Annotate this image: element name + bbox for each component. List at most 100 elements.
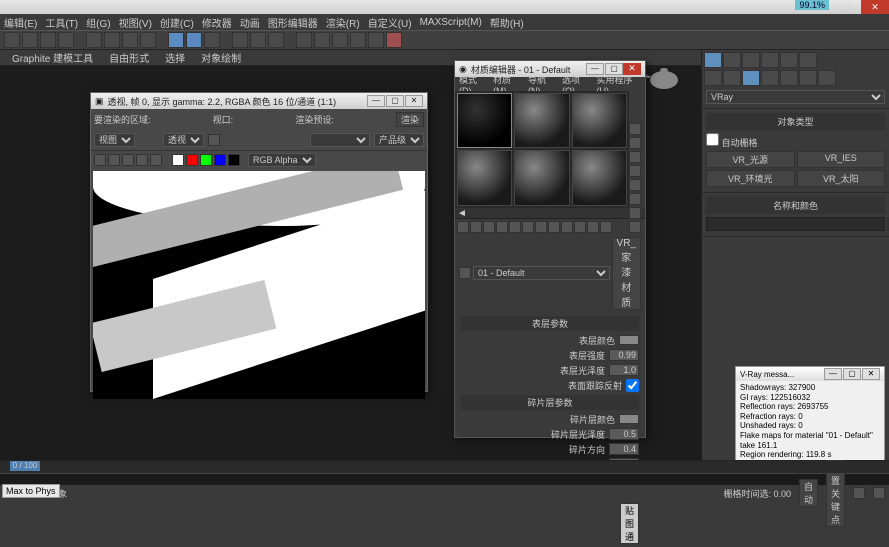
put-to-scene-icon[interactable]	[470, 221, 482, 233]
tab-paint[interactable]: 对象绘制	[201, 50, 241, 65]
blue-channel-icon[interactable]	[214, 154, 226, 166]
window-close[interactable]: ✕	[861, 0, 889, 14]
alpha-channel-icon[interactable]	[228, 154, 240, 166]
panel-modify-icon[interactable]	[723, 52, 741, 68]
tool-mirror[interactable]	[232, 32, 248, 48]
surface-color-swatch[interactable]	[619, 335, 639, 345]
tool-render[interactable]	[386, 32, 402, 48]
object-name-input[interactable]	[706, 217, 885, 231]
preview-icon[interactable]	[629, 193, 641, 205]
panel-hierarchy-icon[interactable]	[742, 52, 760, 68]
menu-modifier[interactable]: 修改器	[202, 15, 232, 30]
reset-icon[interactable]	[496, 221, 508, 233]
tool-layer[interactable]	[268, 32, 284, 48]
tool-curve-editor[interactable]	[296, 32, 312, 48]
menu-graph[interactable]: 图形编辑器	[268, 15, 318, 30]
key-filter-icon[interactable]	[873, 487, 885, 499]
menu-help[interactable]: 帮助(H)	[490, 15, 524, 30]
menu-create[interactable]: 创建(C)	[160, 15, 194, 30]
time-slider[interactable]: 0 / 100	[10, 461, 40, 471]
video-check-icon[interactable]	[629, 179, 641, 191]
flake-color-swatch[interactable]	[619, 414, 639, 424]
material-slot-1[interactable]	[457, 93, 512, 148]
window-maximize[interactable]: ▢	[833, 0, 861, 14]
render-max[interactable]: ▢	[386, 95, 404, 107]
material-slot-5[interactable]	[514, 150, 569, 205]
time-ruler[interactable]: 0 / 100	[0, 461, 889, 473]
vray-log-title[interactable]: V-Ray messa... — ▢ ✕	[736, 367, 884, 381]
surface-gloss-input[interactable]: 1.0	[609, 364, 639, 376]
menu-anim[interactable]: 动画	[240, 15, 260, 30]
material-slot-4[interactable]	[457, 150, 512, 205]
tool-rotate[interactable]	[122, 32, 138, 48]
tool-move[interactable]	[104, 32, 120, 48]
menu-tools[interactable]: 工具(T)	[45, 15, 78, 30]
surface-strength-input[interactable]: 0.99	[609, 349, 639, 361]
tool-scale[interactable]	[140, 32, 156, 48]
clear-icon[interactable]	[150, 154, 162, 166]
menu-maxscript[interactable]: MAXScript(M)	[420, 17, 482, 28]
cat-camera-icon[interactable]	[761, 70, 779, 86]
tab-freeform[interactable]: 自由形式	[109, 50, 149, 65]
sample-type-icon[interactable]	[629, 123, 641, 135]
menu-group[interactable]: 组(G)	[86, 15, 110, 30]
flake-gloss-input[interactable]: 0.5	[609, 428, 639, 440]
tool-material[interactable]	[332, 32, 348, 48]
tool-schematic[interactable]	[314, 32, 330, 48]
autogrid-checkbox[interactable]: 自动栅格	[706, 133, 758, 149]
go-forward-icon[interactable]	[600, 221, 612, 233]
make-unique-icon[interactable]	[522, 221, 534, 233]
cat-light-icon[interactable]	[742, 70, 760, 86]
channel-dropdown[interactable]: RGB Alpha	[248, 153, 316, 167]
rgb-icon[interactable]	[172, 154, 184, 166]
render-production-dropdown[interactable]: 产品级	[374, 133, 424, 147]
show-map-icon[interactable]	[561, 221, 573, 233]
render-area-dropdown[interactable]: 视图	[94, 133, 135, 147]
sample-uv-icon[interactable]	[629, 165, 641, 177]
mat-id-icon[interactable]	[548, 221, 560, 233]
tool-render-setup[interactable]	[350, 32, 366, 48]
vray-min[interactable]: —	[824, 368, 842, 380]
put-to-lib-icon[interactable]	[535, 221, 547, 233]
autokey-button[interactable]: 自动	[799, 479, 818, 507]
lock-viewport-icon[interactable]	[208, 134, 220, 146]
trace-reflect-checkbox[interactable]	[626, 379, 639, 392]
render-min[interactable]: —	[367, 95, 385, 107]
material-slot-3[interactable]	[572, 93, 627, 148]
make-copy-icon[interactable]	[509, 221, 521, 233]
create-category-dropdown[interactable]: VRay	[706, 90, 885, 104]
cat-system-icon[interactable]	[818, 70, 836, 86]
vray-close[interactable]: ✕	[862, 368, 880, 380]
get-material-icon[interactable]	[457, 221, 469, 233]
flake-orient-input[interactable]: 0.4	[609, 443, 639, 455]
render-close[interactable]: ✕	[405, 95, 423, 107]
btn-vrsun[interactable]: VR_太阳	[797, 170, 886, 187]
render-viewport-dropdown[interactable]: 透视	[163, 133, 204, 147]
tool-snap[interactable]	[168, 32, 184, 48]
menu-custom[interactable]: 自定义(U)	[368, 15, 412, 30]
render-window-title[interactable]: ▣ 透视, 帧 0, 显示 gamma: 2.2, RGBA 颜色 16 位/通…	[91, 93, 427, 109]
cat-space-icon[interactable]	[799, 70, 817, 86]
tool-render-frame[interactable]	[368, 32, 384, 48]
menu-render[interactable]: 渲染(R)	[326, 15, 360, 30]
go-parent-icon[interactable]	[587, 221, 599, 233]
render-preset-dropdown[interactable]	[310, 133, 370, 147]
btn-vries[interactable]: VR_IES	[797, 151, 886, 168]
material-name-dropdown[interactable]: 01 - Default	[473, 266, 610, 280]
render-button[interactable]: 渲染	[396, 112, 424, 127]
backlight-icon[interactable]	[629, 137, 641, 149]
menu-edit[interactable]: 编辑(E)	[4, 15, 37, 30]
material-slot-6[interactable]	[572, 150, 627, 205]
tool-angle-snap[interactable]	[186, 32, 202, 48]
options-icon[interactable]	[629, 207, 641, 219]
material-type-button[interactable]: VR_家漆材质	[612, 237, 641, 310]
tool-select[interactable]	[86, 32, 102, 48]
print-icon[interactable]	[136, 154, 148, 166]
panel-utility-icon[interactable]	[799, 52, 817, 68]
panel-create-icon[interactable]	[704, 52, 722, 68]
save-icon[interactable]	[94, 154, 106, 166]
btn-vrlight[interactable]: VR_光源	[706, 151, 795, 168]
tool-percent-snap[interactable]	[204, 32, 220, 48]
panel-display-icon[interactable]	[780, 52, 798, 68]
cat-geometry-icon[interactable]	[704, 70, 722, 86]
